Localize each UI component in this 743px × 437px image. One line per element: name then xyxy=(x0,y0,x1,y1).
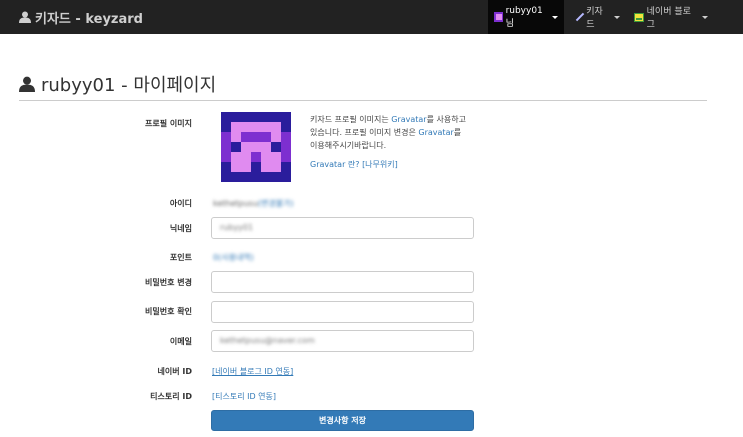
point-value[interactable]: 0(사용내역) xyxy=(213,252,254,263)
gravatar-identicon-icon xyxy=(221,112,291,182)
id-suffix: (변경불가) xyxy=(257,199,294,208)
user-avatar-icon xyxy=(494,12,503,22)
id-value-text: kethetpusu xyxy=(213,199,258,208)
id-label: 아이디 xyxy=(169,199,192,208)
profile-description: 키자드 프로필 이미지는 Gravatar를 사용하고 있습니다. 프로필 이미… xyxy=(310,113,470,171)
top-navbar: 키자드 - keyzard rubyy01 님 키자드 네이버 블로그 xyxy=(0,0,743,34)
profile-desc-text-1: 키자드 프로필 이미지는 xyxy=(310,115,392,124)
naver-blog-menu-label: 네이버 블로그 xyxy=(646,7,691,30)
naver-id-label: 네이버 ID xyxy=(157,367,192,376)
user-icon xyxy=(19,11,31,23)
brand-link[interactable]: 키자드 - keyzard xyxy=(19,9,143,27)
password-confirm-label: 비밀번호 확인 xyxy=(145,307,192,316)
brand-title: 키자드 - keyzard xyxy=(35,11,143,27)
chevron-down-icon xyxy=(552,15,558,19)
naver-id-link[interactable]: [네이버 블로그 ID 연동] xyxy=(212,366,293,377)
user-icon xyxy=(19,76,35,92)
nickname-label: 닉네임 xyxy=(169,224,192,233)
namuwiki-link[interactable]: [나무위키] xyxy=(362,160,398,169)
naver-id-link-text[interactable]: [네이버 블로그 ID 연동] xyxy=(212,367,293,376)
naver-blog-menu-dropdown[interactable]: 네이버 블로그 xyxy=(628,0,714,34)
chevron-down-icon xyxy=(614,15,620,19)
email-input[interactable]: kethetpusu@naver.com xyxy=(211,330,474,352)
chevron-down-icon xyxy=(702,15,708,19)
page-title: rubyy01 - 마이페이지 xyxy=(19,72,216,96)
password-change-label: 비밀번호 변경 xyxy=(145,278,192,287)
email-label: 이메일 xyxy=(169,337,192,346)
point-label: 포인트 xyxy=(169,253,192,262)
password-confirm-input[interactable] xyxy=(211,301,474,323)
gravatar-what-link[interactable]: Gravatar 란? xyxy=(310,160,360,169)
gravatar-link[interactable]: Gravatar xyxy=(391,115,426,124)
user-menu-dropdown[interactable]: rubyy01 님 xyxy=(488,0,564,34)
tistory-id-label: 티스토리 ID xyxy=(150,392,192,401)
page-title-text: rubyy01 - 마이페이지 xyxy=(41,75,217,96)
naver-blog-icon xyxy=(634,12,644,22)
magic-wand-icon xyxy=(574,12,583,22)
email-value: kethetpusu@naver.com xyxy=(220,336,315,345)
save-changes-button[interactable]: 변경사항 저장 xyxy=(211,410,474,431)
gravatar-link-2[interactable]: Gravatar xyxy=(418,128,453,137)
nickname-value: rubyy01 xyxy=(220,223,254,232)
id-value: kethetpusu(변경불가) xyxy=(213,198,294,209)
keyzard-menu-dropdown[interactable]: 키자드 xyxy=(568,0,626,34)
user-menu-label: rubyy01 님 xyxy=(505,5,543,29)
title-divider xyxy=(19,100,707,101)
profile-avatar xyxy=(221,112,291,182)
keyzard-menu-label: 키자드 xyxy=(586,7,603,30)
tistory-id-link[interactable]: [티스토리 ID 연동] xyxy=(212,391,276,402)
profile-image-label: 프로필 이미지 xyxy=(145,119,192,128)
nickname-input[interactable]: rubyy01 xyxy=(211,217,474,239)
password-change-input[interactable] xyxy=(211,271,474,293)
